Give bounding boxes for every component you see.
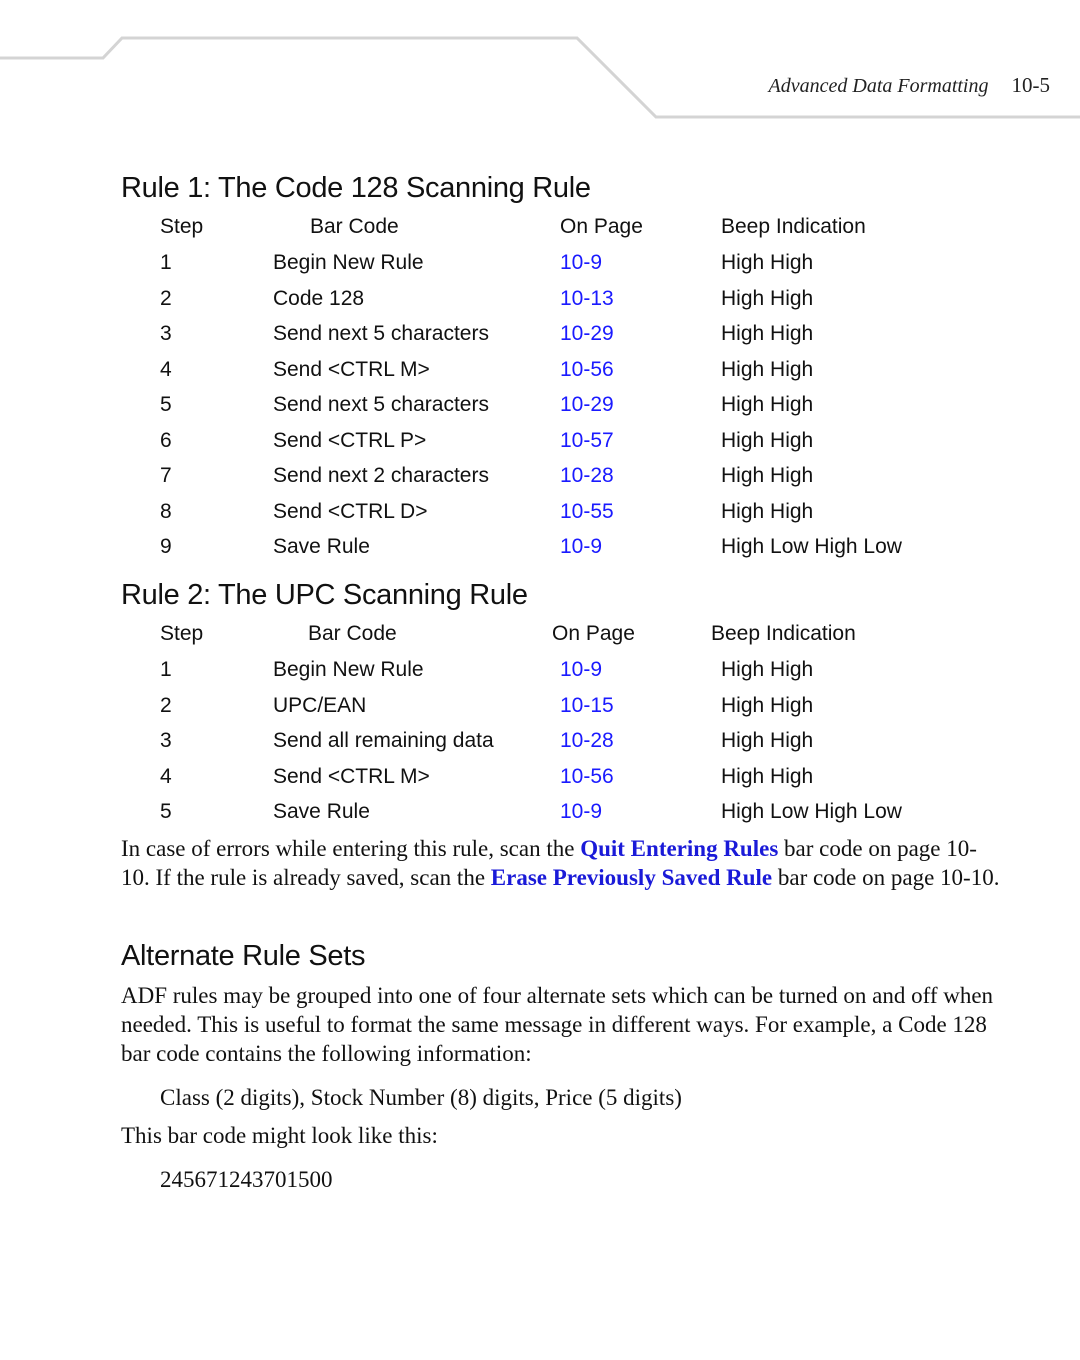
beep-cell: High High (721, 251, 814, 274)
beep-cell: High High (721, 286, 814, 310)
step-cell: 1 (160, 658, 172, 681)
step-cell: 2 (160, 693, 172, 717)
page-link[interactable]: 10-28 (560, 464, 614, 488)
step-cell: 7 (160, 464, 172, 487)
page-number: 10-5 (1011, 73, 1051, 97)
table-row: 4 Send <CTRL M> 10-56 High High (0, 358, 1080, 388)
page-link[interactable]: 10-57 (560, 429, 614, 453)
barcode-cell: Send <CTRL M> (273, 764, 430, 788)
beep-cell: High Low High Low (721, 535, 902, 558)
page-link[interactable]: 10-29 (560, 393, 614, 417)
beep-cell: High High (721, 357, 814, 381)
barcode-cell: Send <CTRL P> (273, 428, 427, 452)
page-link[interactable]: 10-13 (560, 287, 614, 311)
step-cell: 2 (160, 286, 172, 310)
page-link[interactable]: 10-28 (560, 729, 614, 753)
table-header-row: Step Bar Code On Page Beep Indication (0, 215, 1080, 245)
step-cell: 1 (160, 251, 172, 274)
section-title: Advanced Data Formatting (768, 75, 989, 97)
rule2-heading: Rule 2: The UPC Scanning Rule (121, 579, 528, 611)
table-row: 3 Send next 5 characters 10-29 High High (0, 322, 1080, 352)
beep-cell: High High (721, 393, 814, 416)
table-row: 4 Send <CTRL M> 10-56 High High (0, 765, 1080, 795)
page-link[interactable]: 10-56 (560, 765, 614, 789)
barcode-cell: Send all remaining data (273, 729, 494, 752)
step-cell: 3 (160, 322, 172, 345)
running-header: Advanced Data Formatting 10-5 (769, 73, 1050, 98)
table-row: 1 Begin New Rule 10-9 High High (0, 251, 1080, 281)
step-cell: 8 (160, 499, 172, 523)
step-cell: 5 (160, 800, 172, 823)
error-instructions: In case of errors while entering this ru… (121, 836, 1000, 890)
beep-cell: High High (721, 729, 814, 752)
table-row: 9 Save Rule 10-9 High Low High Low (0, 535, 1080, 565)
step-cell: 6 (160, 428, 172, 452)
table-header-row: Step Bar Code On Page Beep Indication (0, 622, 1080, 652)
beep-cell: High High (721, 658, 814, 681)
beep-cell: High High (721, 322, 814, 345)
step-cell: 4 (160, 764, 172, 788)
page-link[interactable]: 10-9 (560, 535, 602, 559)
erase-previously-saved-rule-link[interactable]: Erase Previously Saved Rule (491, 865, 772, 890)
barcode-cell: Save Rule (273, 800, 370, 823)
page-header-decoration (0, 36, 1080, 119)
barcode-cell: Code 128 (273, 286, 365, 310)
table-row: 1 Begin New Rule 10-9 High High (0, 658, 1080, 688)
beep-cell: High High (721, 764, 814, 788)
step-cell: 9 (160, 535, 172, 558)
barcode-cell: Send next 5 characters (273, 393, 489, 416)
col-beep-header: Beep Indication (711, 622, 856, 645)
table-row: 6 Send <CTRL P> 10-57 High High (0, 429, 1080, 459)
table-row: 2 Code 128 10-13 High High (0, 287, 1080, 317)
barcode-cell: Begin New Rule (273, 251, 424, 274)
barcode-cell: Send next 5 characters (273, 322, 489, 345)
page-link[interactable]: 10-9 (560, 800, 602, 824)
barcode-cell: Send <CTRL M> (273, 357, 430, 381)
table-row: 5 Save Rule 10-9 High Low High Low (0, 800, 1080, 830)
page-link[interactable]: 10-9 (560, 251, 602, 275)
barcode-cell: UPC/EAN (273, 693, 367, 717)
beep-cell: High High (721, 464, 814, 487)
table-row: 3 Send all remaining data 10-28 High High (0, 729, 1080, 759)
table-row: 7 Send next 2 characters 10-28 High High (0, 464, 1080, 494)
rule1-heading: Rule 1: The Code 128 Scanning Rule (121, 172, 591, 204)
beep-cell: High Low High Low (721, 800, 902, 823)
barcode-cell: Send next 2 characters (273, 464, 489, 487)
col-step-header: Step (160, 622, 204, 645)
barcode-cell: Begin New Rule (273, 658, 424, 681)
beep-cell: High High (721, 428, 814, 452)
example-intro: This bar code might look like this: (121, 1123, 438, 1148)
page-link[interactable]: 10-9 (560, 658, 602, 682)
barcode-cell: Save Rule (273, 535, 370, 558)
table-row: 8 Send <CTRL D> 10-55 High High (0, 500, 1080, 530)
page-link[interactable]: 10-15 (560, 694, 614, 718)
table-row: 5 Send next 5 characters 10-29 High High (0, 393, 1080, 423)
col-page-header: On Page (552, 622, 635, 645)
beep-cell: High High (721, 499, 814, 523)
quit-entering-rules-link[interactable]: Quit Entering Rules (580, 836, 778, 861)
col-barcode-header: Bar Code (310, 215, 399, 238)
page-link[interactable]: 10-56 (560, 358, 614, 382)
col-step-header: Step (160, 215, 204, 238)
col-page-header: On Page (560, 215, 643, 238)
col-beep-header: Beep Indication (721, 215, 866, 238)
col-barcode-header: Bar Code (308, 622, 397, 645)
beep-cell: High High (721, 693, 814, 717)
table-row: 2 UPC/EAN 10-15 High High (0, 694, 1080, 724)
step-cell: 3 (160, 729, 172, 752)
barcode-cell: Send <CTRL D> (273, 499, 428, 523)
step-cell: 4 (160, 357, 172, 381)
alternate-rule-sets-heading: Alternate Rule Sets (121, 940, 366, 972)
fields-description: Class (2 digits), Stock Number (8) digit… (160, 1085, 682, 1110)
example-barcode-value: 245671243701500 (160, 1167, 333, 1192)
step-cell: 5 (160, 393, 172, 416)
alternate-rule-sets-paragraph: ADF rules may be grouped into one of fou… (121, 983, 994, 1066)
page-link[interactable]: 10-55 (560, 500, 614, 524)
page-link[interactable]: 10-29 (560, 322, 614, 346)
